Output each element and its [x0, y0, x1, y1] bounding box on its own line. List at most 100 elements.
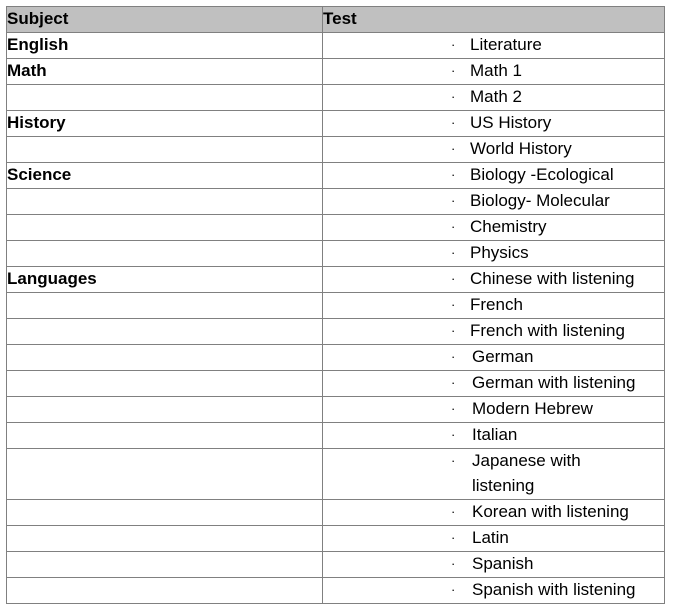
subject-cell: History: [6, 110, 323, 137]
table-row: · German: [6, 344, 665, 371]
test-cell: · Math 1: [322, 58, 665, 85]
table-row: · French with listening: [6, 318, 665, 345]
table-row: Languages · Chinese with listening: [6, 266, 665, 293]
test-name: Chinese with listening: [470, 269, 635, 288]
table-row: · Math 2: [6, 84, 665, 111]
table-row: Math · Math 1: [6, 58, 665, 85]
subject-cell: [6, 188, 323, 215]
test-cell: · Spanish with listening: [322, 577, 665, 604]
test-name: Math 1: [470, 61, 522, 80]
subject-cell: [6, 551, 323, 578]
bullet-icon: ·: [451, 530, 456, 545]
test-cell: · Math 2: [322, 84, 665, 111]
test-cell: · Italian: [322, 422, 665, 449]
test-name: Modern Hebrew: [472, 399, 593, 418]
test-cell: · Modern Hebrew: [322, 396, 665, 423]
subject-cell: [6, 577, 323, 604]
table-row: · Physics: [6, 240, 665, 267]
test-name: French: [470, 295, 523, 314]
bullet-icon: ·: [451, 504, 456, 519]
table-row: · French: [6, 292, 665, 319]
bullet-icon: ·: [451, 115, 456, 130]
bullet-icon: ·: [451, 349, 456, 364]
subject-cell: [6, 448, 323, 500]
test-name: German with listening: [472, 373, 636, 392]
test-cell: · French: [322, 292, 665, 319]
subject-cell: English: [6, 32, 323, 59]
test-cell: · Chemistry: [322, 214, 665, 241]
subject-cell: Math: [6, 58, 323, 85]
subject-cell: Languages: [6, 266, 323, 293]
subject-cell: [6, 396, 323, 423]
test-cell: · Literature: [322, 32, 665, 59]
table-row: · Spanish: [6, 551, 665, 578]
bullet-icon: ·: [451, 271, 456, 286]
subject-cell: [6, 214, 323, 241]
bullet-icon: ·: [451, 453, 456, 468]
test-name: Korean with listening: [472, 502, 629, 521]
test-name: German: [472, 347, 534, 366]
subject-cell: [6, 525, 323, 552]
bullet-icon: ·: [451, 401, 456, 416]
test-name: Biology -Ecological: [470, 165, 614, 184]
table-row: · German with listening: [6, 370, 665, 397]
test-cell: · French with listening: [322, 318, 665, 345]
test-name: Japanese with listening: [472, 451, 581, 495]
test-name: Literature: [470, 35, 542, 54]
table-row: · Latin: [6, 525, 665, 552]
bullet-icon: ·: [451, 141, 456, 156]
bullet-icon: ·: [451, 375, 456, 390]
table-row: · Modern Hebrew: [6, 396, 665, 423]
subject-test-table: Subject Test English · Literature Math · Math…: [6, 6, 665, 604]
bullet-icon: ·: [451, 245, 456, 260]
test-name: Biology- Molecular: [470, 191, 610, 210]
table-row: · Italian: [6, 422, 665, 449]
bullet-icon: ·: [451, 427, 456, 442]
subject-column-header: Subject: [6, 6, 323, 33]
bullet-icon: ·: [451, 323, 456, 338]
subject-cell: [6, 84, 323, 111]
header-row: Subject Test: [6, 6, 665, 33]
table-row: · World History: [6, 136, 665, 163]
bullet-icon: ·: [451, 297, 456, 312]
test-cell: · Biology- Molecular: [322, 188, 665, 215]
bullet-icon: ·: [451, 582, 456, 597]
subject-cell: [6, 318, 323, 345]
test-name: World History: [470, 139, 572, 158]
table-row: · Biology- Molecular: [6, 188, 665, 215]
test-name: Italian: [472, 425, 518, 444]
bullet-icon: ·: [451, 219, 456, 234]
test-column-header: Test: [322, 6, 665, 33]
test-cell: · World History: [322, 136, 665, 163]
test-cell: · Korean with listening: [322, 499, 665, 526]
test-cell: · US History: [322, 110, 665, 137]
subject-cell: [6, 240, 323, 267]
test-name: US History: [470, 113, 552, 132]
test-cell: · Chinese with listening: [322, 266, 665, 293]
test-cell: · Physics: [322, 240, 665, 267]
bullet-icon: ·: [451, 167, 456, 182]
table-row: English · Literature: [6, 32, 665, 59]
test-name: Spanish: [472, 554, 534, 573]
test-cell: · Biology -Ecological: [322, 162, 665, 189]
test-name: Spanish with listening: [472, 580, 636, 599]
test-cell: · German with listening: [322, 370, 665, 397]
test-name: Chemistry: [470, 217, 547, 236]
test-name: French with listening: [470, 321, 625, 340]
test-name: Latin: [472, 528, 509, 547]
table-row: · Chemistry: [6, 214, 665, 241]
table-body: English · Literature Math · Math 1 · Math 2 Hist…: [6, 32, 665, 604]
subject-cell: [6, 136, 323, 163]
bullet-icon: ·: [451, 556, 456, 571]
subject-cell: [6, 422, 323, 449]
table-row: · Korean with listening: [6, 499, 665, 526]
subject-cell: [6, 292, 323, 319]
test-cell: · Latin: [322, 525, 665, 552]
subject-cell: [6, 344, 323, 371]
table-row: · Japanese with listening: [6, 448, 665, 500]
table-row: · Spanish with listening: [6, 577, 665, 604]
subject-cell: [6, 370, 323, 397]
bullet-icon: ·: [451, 89, 456, 104]
subject-cell: Science: [6, 162, 323, 189]
subject-cell: [6, 499, 323, 526]
